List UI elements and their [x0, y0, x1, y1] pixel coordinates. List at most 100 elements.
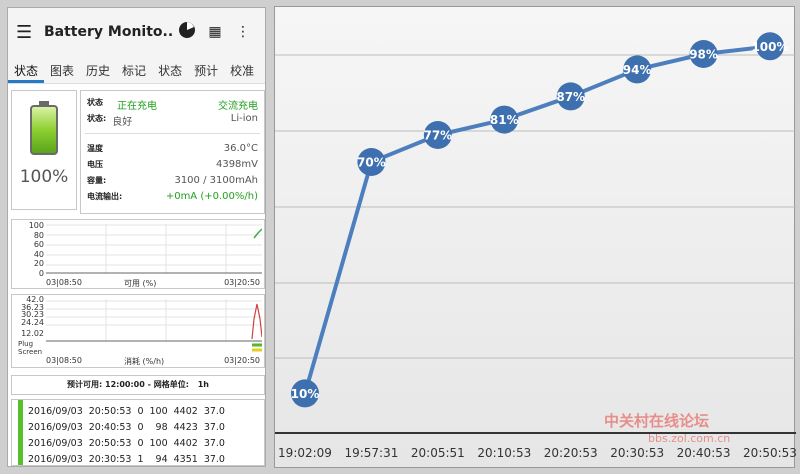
log-cell: 1: [137, 453, 144, 465]
log-cell: 94: [155, 453, 168, 465]
log-cell: 100: [149, 437, 168, 449]
consumption-plot: [46, 299, 262, 352]
x-tick-label: 20:40:53: [677, 446, 731, 460]
log-cell: 4423: [173, 421, 198, 433]
x-tick-label: 20:30:53: [610, 446, 664, 460]
health-key: 状态:: [87, 114, 107, 123]
chart-label: 消耗 (%/h): [124, 357, 165, 366]
log-cell: 4402: [173, 437, 198, 449]
y-tick: 80: [33, 230, 44, 240]
log-cell: 100: [149, 405, 168, 417]
battery-tech: Li-ion: [230, 113, 258, 124]
voltage-value: 4398mV: [215, 159, 258, 170]
tab-estimate[interactable]: 预计: [188, 56, 224, 83]
battery-card: 100%: [11, 90, 77, 210]
legend-screen: Screen: [18, 348, 43, 356]
y-tick: 60: [33, 240, 44, 250]
y-tick: 100: [28, 221, 44, 230]
log-cell: 2016/09/03: [28, 405, 83, 417]
y-tick: 0: [38, 268, 44, 278]
x-tick-label: 20:05:51: [411, 446, 465, 460]
battery-icon: [30, 101, 58, 155]
log-cell: 20:30:53: [88, 453, 132, 465]
status-key: 状态: [87, 98, 103, 107]
log-cell: 0: [137, 405, 144, 417]
log-cell: 4351: [173, 453, 198, 465]
app-bar: ☰ Battery Monito.. ▦ ⋮: [8, 8, 265, 56]
log-cell: 0: [137, 421, 144, 433]
battery-history-chart: 10% 70% 77% 81% 87% 94% 98% 100% 19:02:09 19:57:3…: [274, 6, 797, 468]
battery-info-card: 状态 正在充电 交流充电 状态: 良好 Li-ion 温度 36.0°C 电压 4398mV…: [80, 90, 265, 214]
available-mini-chart[interactable]: 100 80 60 40 20 0 03|08:50 可用 (%) 03|20:…: [11, 219, 265, 289]
x-start: 03|08:50: [46, 278, 82, 287]
x-tick-label: 20:10:53: [477, 446, 531, 460]
log-cell: 2016/09/03: [28, 437, 83, 449]
log-cell: 37.0: [203, 437, 225, 449]
log-cell: 37.0: [203, 405, 225, 417]
phone-screen: ☰ Battery Monito.. ▦ ⋮ 状态 图表 历史 标记 状态 预计…: [7, 7, 266, 467]
y-tick: 40: [33, 249, 44, 259]
log-cell: 20:50:53: [88, 405, 132, 417]
data-label: 98%: [689, 48, 718, 62]
watermark: 中关村在线论坛: [604, 412, 710, 430]
x-tick-label: 19:57:31: [344, 446, 398, 460]
tab-history[interactable]: 历史: [80, 56, 116, 83]
log-cell: 37.0: [203, 421, 225, 433]
log-cell: 0: [137, 437, 144, 449]
tab-calibrate[interactable]: 校准: [224, 56, 260, 83]
y-tick: 12.02: [21, 329, 44, 338]
chart-label: 可用 (%): [124, 279, 157, 288]
voltage-key: 电压: [87, 160, 103, 169]
log-row: 2016/09/03 20:30:53 1 94 4351 37.0: [26, 451, 229, 465]
log-row: 2016/09/03 20:40:53 0 98 4423 37.0: [26, 419, 229, 435]
current-value: +0mA (+0.00%/h): [165, 191, 258, 202]
log-cell: 20:40:53: [88, 421, 132, 433]
tab-bar: 状态 图表 历史 标记 状态 预计 校准: [8, 56, 265, 84]
watermark-url: bbs.zol.com.cn: [648, 432, 731, 445]
pie-chart-icon[interactable]: [173, 21, 201, 43]
x-end: 03|20:50: [224, 356, 260, 365]
health-value: 良好: [112, 117, 133, 128]
charge-type: 交流充电: [218, 101, 258, 112]
tab-markers[interactable]: 标记: [116, 56, 152, 83]
menu-icon[interactable]: ☰: [16, 22, 44, 43]
log-cell: 4402: [173, 405, 198, 417]
tab-charts[interactable]: 图表: [44, 56, 80, 83]
data-label: 100%: [751, 40, 788, 54]
history-log[interactable]: 2016/09/03 20:50:53 0 100 4402 37.0 2016/09/03…: [11, 399, 265, 466]
log-row: 2016/09/03 20:50:53 0 100 4402 37.0: [26, 403, 229, 419]
consumption-mini-chart[interactable]: 42.0 36.23 30.23 24.24 12.02 Plug Screen…: [11, 294, 265, 368]
x-tick-label: 19:02:09: [278, 446, 332, 460]
temp-key: 温度: [87, 144, 103, 153]
x-tick-label: 20:20:53: [544, 446, 598, 460]
data-label: 70%: [357, 156, 386, 170]
x-end: 03|20:50: [224, 278, 260, 287]
tab-status-2[interactable]: 状态: [152, 56, 188, 83]
grid-icon[interactable]: ▦: [201, 24, 229, 40]
chart-canvas: 10% 70% 77% 81% 87% 94% 98% 100% 19:02:09 19:57:3…: [275, 32, 797, 460]
current-key: 电流输出:: [87, 192, 123, 201]
log-cell: 2016/09/03: [28, 421, 83, 433]
data-label: 10%: [291, 387, 320, 401]
log-cell: 37.0: [203, 453, 225, 465]
y-tick: 20: [33, 259, 44, 269]
capacity-key: 容量:: [87, 176, 107, 185]
log-cell: 2016/09/03: [28, 453, 83, 465]
temp-value: 36.0°C: [223, 143, 258, 154]
data-label: 77%: [423, 129, 452, 143]
grid-unit: 1h: [197, 380, 209, 389]
data-label: 81%: [490, 113, 519, 127]
app-title: Battery Monito..: [44, 24, 173, 40]
estimate-text: 预计可用: 12:00:00 - 网格单位:: [67, 380, 189, 389]
overflow-menu-icon[interactable]: ⋮: [229, 24, 257, 40]
tab-status[interactable]: 状态: [8, 56, 45, 83]
series-line: [303, 44, 771, 394]
capacity-value: 3100 / 3100mAh: [174, 175, 258, 186]
y-tick: 24.24: [21, 317, 44, 327]
x-tick-label: 20:50:53: [743, 446, 796, 460]
x-start: 03|08:50: [46, 356, 82, 365]
status-value: 正在充电: [117, 101, 157, 112]
log-row: 2016/09/03 20:50:53 0 100 4402 37.0: [26, 435, 229, 451]
estimate-bar: 预计可用: 12:00:00 - 网格单位: 1h: [11, 375, 265, 395]
battery-percent: 100%: [19, 167, 69, 187]
